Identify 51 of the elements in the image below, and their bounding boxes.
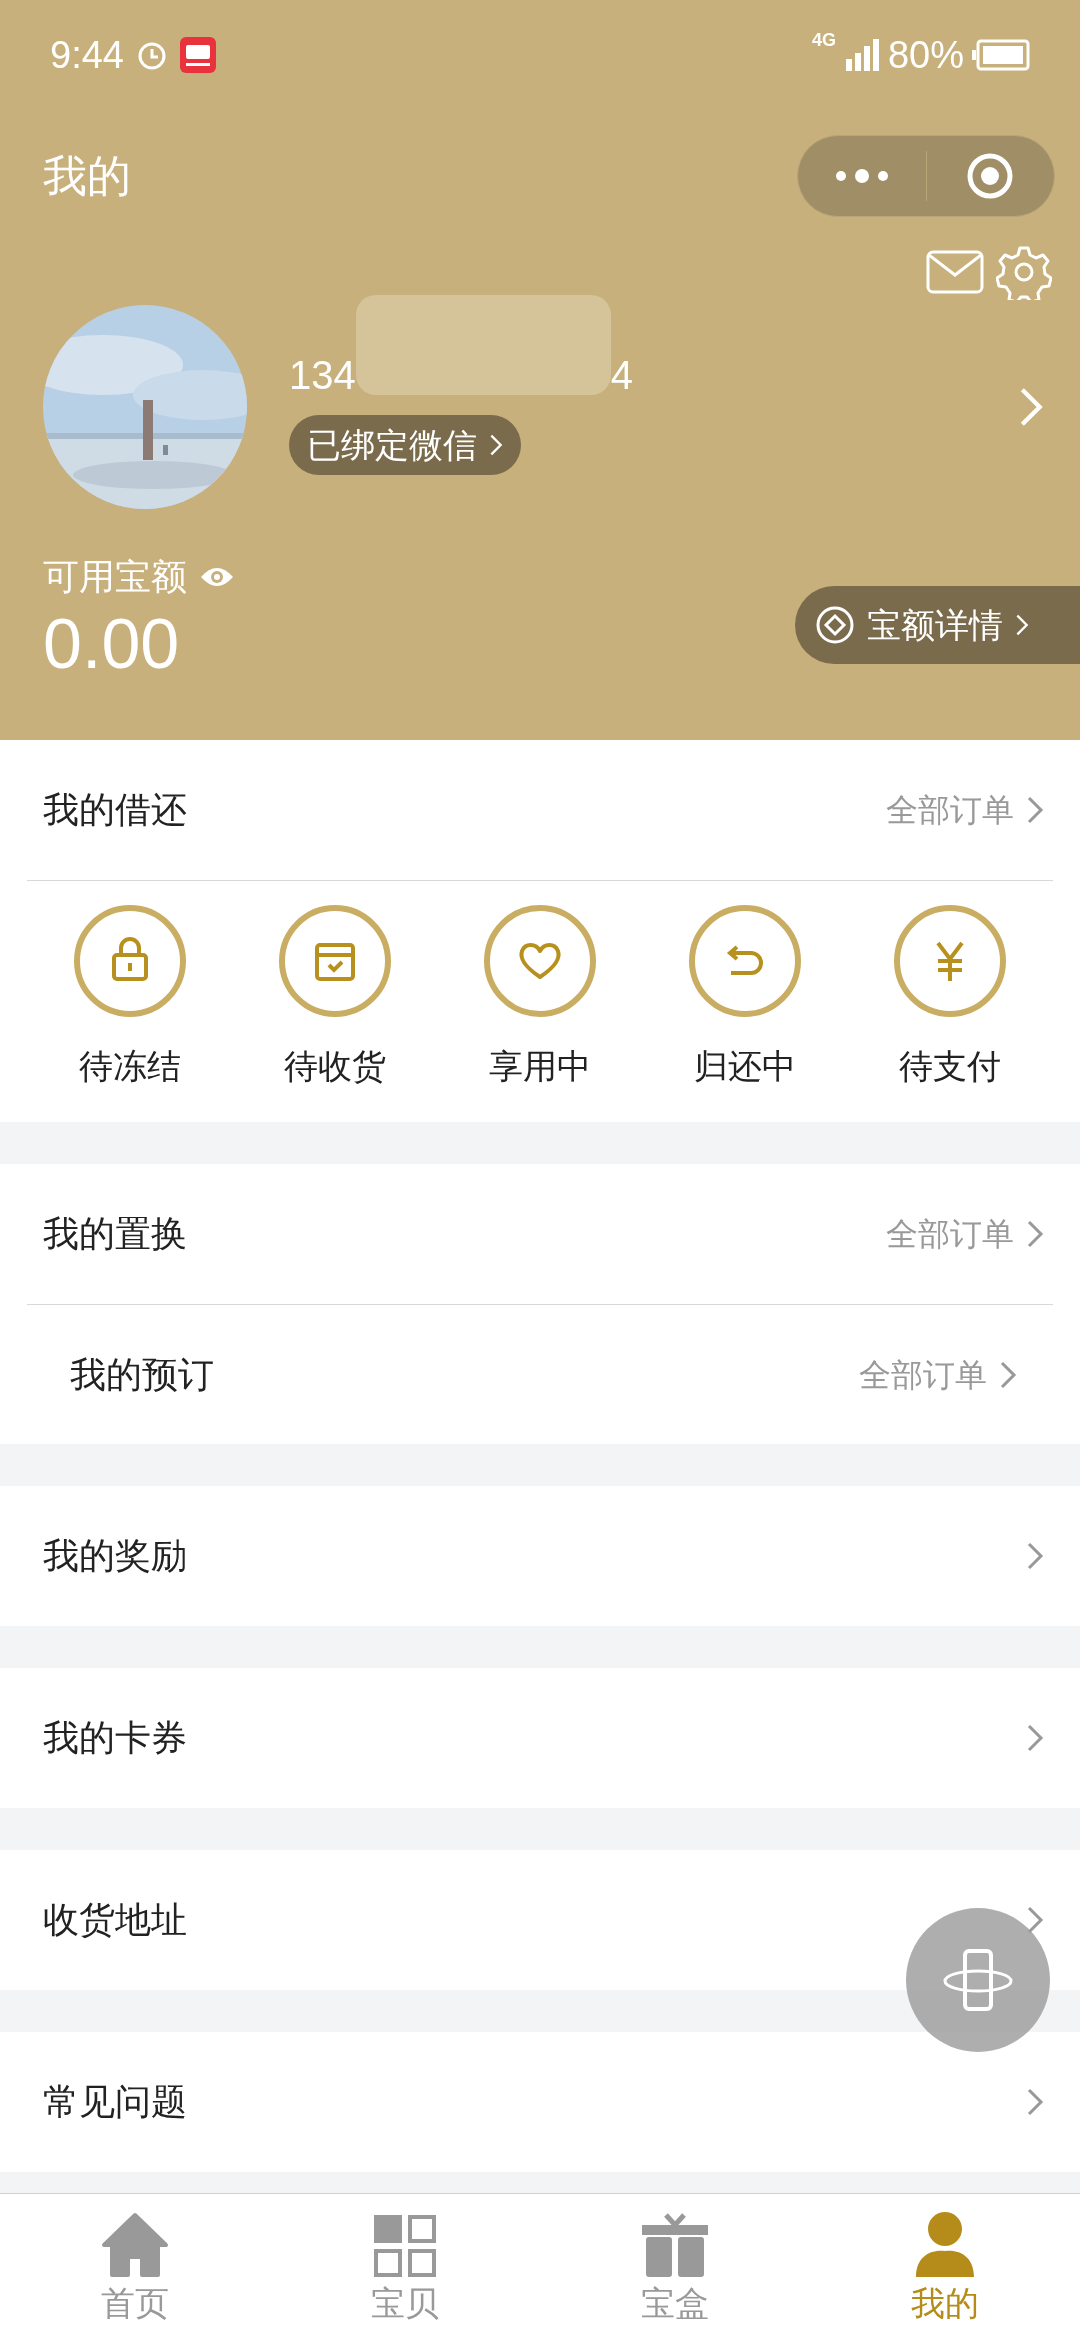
status-label: 享用中 xyxy=(489,1046,591,1087)
page-title: 我的 xyxy=(43,150,131,202)
chevron-icon xyxy=(1026,1541,1044,1571)
order-status-item[interactable]: 待冻结 xyxy=(27,905,233,1092)
row-title: 我的置换 xyxy=(43,1212,187,1256)
balance-label: 可用宝额 xyxy=(43,555,187,599)
chevron-icon xyxy=(1026,795,1044,825)
menu-row[interactable]: 我的预订 全部订单 xyxy=(27,1304,1053,1444)
close-icon[interactable] xyxy=(966,152,1015,200)
status-label: 归还中 xyxy=(694,1046,797,1087)
order-status-item[interactable]: 享用中 xyxy=(437,905,643,1092)
signal-icon xyxy=(843,39,880,71)
row-title: 收货地址 xyxy=(43,1898,187,1942)
row-title: 我的卡券 xyxy=(43,1716,187,1760)
menu-row[interactable]: 我的借还 全部订单 xyxy=(0,740,1080,880)
chevron-icon xyxy=(489,433,503,457)
row-title: 我的借还 xyxy=(43,788,187,832)
chevron-icon xyxy=(1015,613,1029,637)
row-title: 我的预订 xyxy=(70,1352,214,1397)
app-notification-icon xyxy=(179,37,216,73)
status-label: 待收货 xyxy=(283,1046,386,1087)
wechat-bound-badge[interactable]: 已绑定微信 xyxy=(289,415,521,475)
order-status-item[interactable]: 待支付 xyxy=(847,905,1053,1092)
status-label: 待支付 xyxy=(899,1046,1002,1087)
battery-percent: 80% xyxy=(887,32,964,78)
row-title: 常见问题 xyxy=(43,2080,187,2124)
menu-row[interactable]: 我的奖励 xyxy=(0,1486,1080,1626)
balance-details-button[interactable]: 宝额详情 xyxy=(795,586,1080,664)
chevron-icon xyxy=(1026,2087,1044,2117)
chevron-icon xyxy=(1026,1219,1044,1249)
menu-row[interactable]: 我的置换 全部订单 xyxy=(0,1164,1080,1304)
menu-row[interactable]: 收货地址 xyxy=(0,1850,1080,1990)
chevron-icon xyxy=(999,1359,1017,1390)
compass-icon xyxy=(815,605,855,645)
more-icon[interactable] xyxy=(834,169,889,183)
status-time: 9:44 xyxy=(50,32,124,78)
status-label: 待冻结 xyxy=(78,1046,181,1087)
order-status-item[interactable]: 归还中 xyxy=(642,905,848,1092)
battery-icon xyxy=(972,39,1030,71)
phone-number-end: 4 xyxy=(610,352,633,399)
chevron-icon xyxy=(1026,1723,1044,1753)
mail-icon[interactable] xyxy=(926,250,984,294)
network-type: 4G xyxy=(811,30,836,49)
balance-amount: 0.00 xyxy=(43,604,181,684)
eye-icon[interactable] xyxy=(199,565,235,589)
settings-icon[interactable] xyxy=(996,244,1052,300)
menu-row[interactable]: 常见问题 xyxy=(0,2032,1080,2172)
order-status-item[interactable]: 待收货 xyxy=(232,905,438,1092)
phone-number-start: 134 xyxy=(289,352,356,399)
row-title: 我的奖励 xyxy=(43,1534,187,1578)
menu-row[interactable]: 我的卡券 xyxy=(0,1668,1080,1808)
